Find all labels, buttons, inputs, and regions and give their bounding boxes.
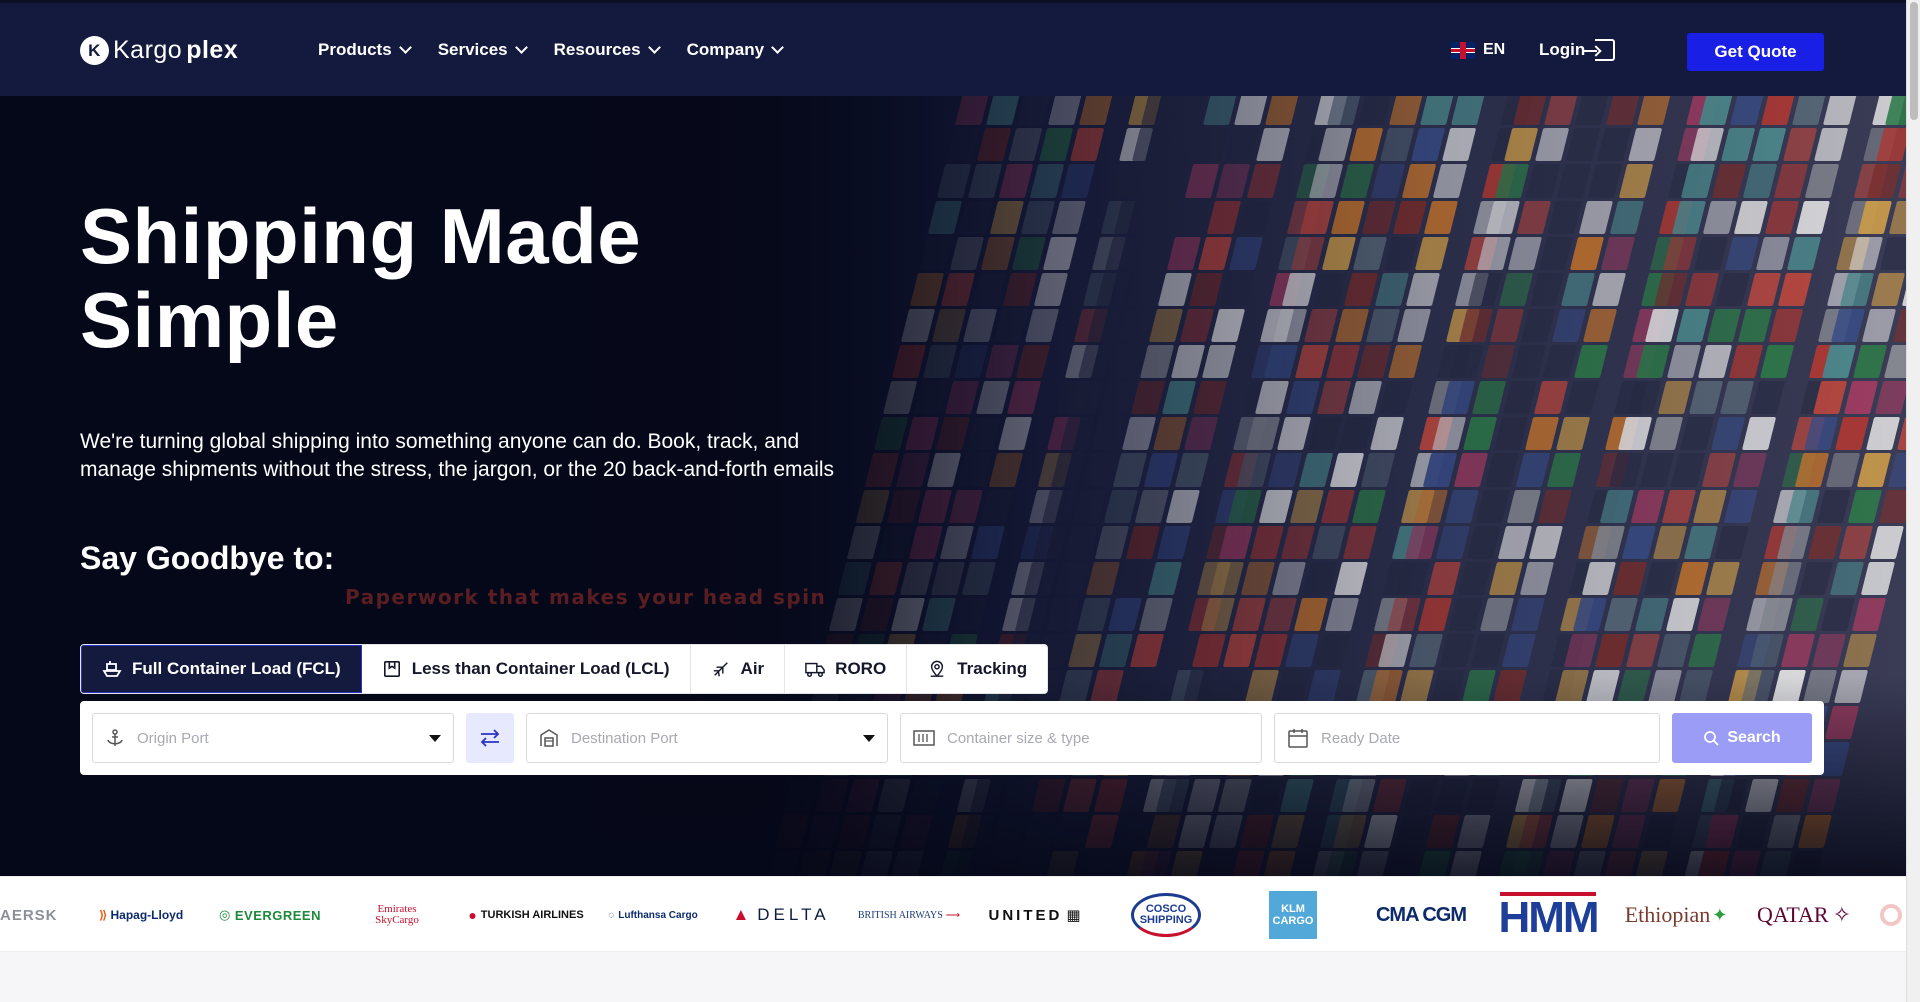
anchor-icon [107, 729, 123, 746]
partner-logo-turkish-airlines: ● TURKISH AIRLINES [468, 907, 584, 923]
menu-services-label: Services [437, 40, 508, 59]
truck-icon [805, 662, 825, 677]
partner-logo-british-airways: BRITISH AIRWAYS ⟶ [857, 909, 961, 921]
partner-logo-evergreen: ◎ EVERGREEN [219, 907, 321, 923]
origin-port-field[interactable] [92, 713, 454, 763]
hero-title-line2: Simple [80, 276, 339, 364]
container-type-field[interactable] [900, 713, 1262, 763]
destination-port-input[interactable] [571, 729, 851, 747]
logo-text-suffix: plex [186, 36, 239, 64]
login-link[interactable]: Login [1539, 39, 1616, 61]
swap-arrows-icon [480, 729, 500, 747]
partner-logo-united: UNITED ▦ [988, 906, 1084, 925]
search-button[interactable]: Search [1672, 713, 1812, 763]
partner-logo-partial [1880, 877, 1906, 951]
quote-search-bar: Search [80, 701, 1824, 775]
chevron-down-icon [514, 41, 528, 54]
partner-logo-hapag-lloyd: ⟫ Hapag-Lloyd [98, 908, 184, 922]
say-goodbye-heading: Say Goodbye to: [80, 540, 335, 576]
tab-fcl-label: Full Container Load (FCL) [132, 659, 341, 678]
tab-fcl[interactable]: Full Container Load (FCL) [81, 645, 362, 693]
container-type-input[interactable] [947, 729, 1249, 747]
hero-subtitle: We're turning global shipping into somet… [80, 428, 980, 484]
destination-port-field[interactable] [526, 713, 888, 763]
hero-subtitle-line1: We're turning global shipping into somet… [80, 430, 800, 453]
calendar-icon [1288, 729, 1308, 748]
ship-icon [102, 661, 122, 677]
hero-title: Shipping Made Simple [80, 194, 641, 362]
tab-air-label: Air [740, 659, 765, 678]
container-icon [913, 730, 935, 746]
menu-services[interactable]: Services [437, 40, 528, 60]
partner-logo-hmm: HMM [1498, 892, 1600, 942]
menu-resources-label: Resources [553, 40, 641, 59]
tab-roro-label: RORO [835, 659, 887, 678]
partner-logo-qatar: QATAR ✧ [1756, 902, 1851, 927]
page-scrollbar[interactable] [1906, 0, 1920, 1002]
tab-lcl-label: Less than Container Load (LCL) [411, 659, 670, 678]
partner-logo-lufthansa-cargo: ◌ Lufthansa Cargo [608, 909, 698, 921]
login-icon [1583, 39, 1616, 61]
shipping-mode-tabs: Full Container Load (FCL) Less than Cont… [80, 644, 1049, 694]
main-menu: Products Services Resources Company [318, 40, 784, 60]
ready-date-field[interactable] [1274, 713, 1660, 763]
hero-title-line1: Shipping Made [80, 192, 642, 280]
chevron-down-icon [771, 41, 784, 54]
partner-logo-strip: AERSK ⟫ Hapag-Lloyd ◎ EVERGREEN Emirates S… [0, 876, 1906, 952]
search-icon [1704, 731, 1719, 746]
top-navbar: K Kargo plex Products Services Resources … [0, 0, 1906, 96]
tab-tracking[interactable]: Tracking [907, 645, 1047, 693]
tab-tracking-label: Tracking [957, 659, 1028, 678]
menu-company-label: Company [686, 40, 765, 59]
box-icon [383, 660, 400, 678]
dropdown-caret-icon[interactable] [429, 734, 441, 742]
tab-air[interactable]: Air [691, 645, 786, 693]
language-label: EN [1483, 41, 1506, 58]
logo-mark-icon: K [80, 36, 109, 65]
tab-roro[interactable]: RORO [785, 645, 908, 693]
login-label: Login [1539, 40, 1586, 59]
warehouse-icon [540, 729, 558, 747]
menu-resources[interactable]: Resources [553, 40, 661, 60]
chevron-down-icon [647, 41, 661, 54]
swap-ports-button[interactable] [466, 713, 514, 763]
scrollbar-thumb[interactable] [1910, 2, 1918, 120]
search-button-label: Search [1727, 729, 1781, 746]
kargoplex-logo[interactable]: K Kargo plex [80, 36, 238, 65]
partner-logo-cma-cgm: CMA CGM [1375, 903, 1467, 926]
partner-logo-maersk: AERSK [0, 906, 58, 924]
tab-lcl[interactable]: Less than Container Load (LCL) [362, 645, 691, 693]
next-section-background [0, 952, 1906, 1002]
origin-port-input[interactable] [137, 729, 417, 747]
uk-flag-icon [1451, 41, 1475, 59]
dropdown-caret-icon[interactable] [863, 734, 875, 742]
page: K Kargo plex Products Services Resources … [0, 0, 1920, 1002]
partner-logo-cosco-shipping: COSCO SHIPPING [1126, 877, 1206, 951]
logo-text-prefix: Kargo [113, 36, 183, 64]
menu-company[interactable]: Company [686, 40, 784, 60]
hero-subtitle-line2: manage shipments without the stress, the… [80, 458, 835, 481]
ready-date-input[interactable] [1321, 729, 1647, 747]
chevron-down-icon [398, 41, 412, 54]
menu-products[interactable]: Products [318, 40, 412, 60]
location-pin-icon [930, 660, 944, 678]
language-selector[interactable]: EN [1451, 41, 1505, 59]
menu-products-label: Products [318, 40, 392, 59]
rotating-pain-point-text: Paperwork that makes your head spin [345, 585, 827, 609]
get-quote-button[interactable]: Get Quote [1687, 33, 1824, 71]
plane-icon [713, 662, 728, 677]
partner-logo-klm-cargo: KLM CARGO [1268, 877, 1318, 951]
partner-logo-delta: ▲ DELTA [732, 905, 830, 924]
partner-logo-emirates-skycargo: Emirates SkyCargo [375, 903, 419, 926]
partner-logo-ethiopian: Ethiopian ✦ [1624, 902, 1728, 927]
